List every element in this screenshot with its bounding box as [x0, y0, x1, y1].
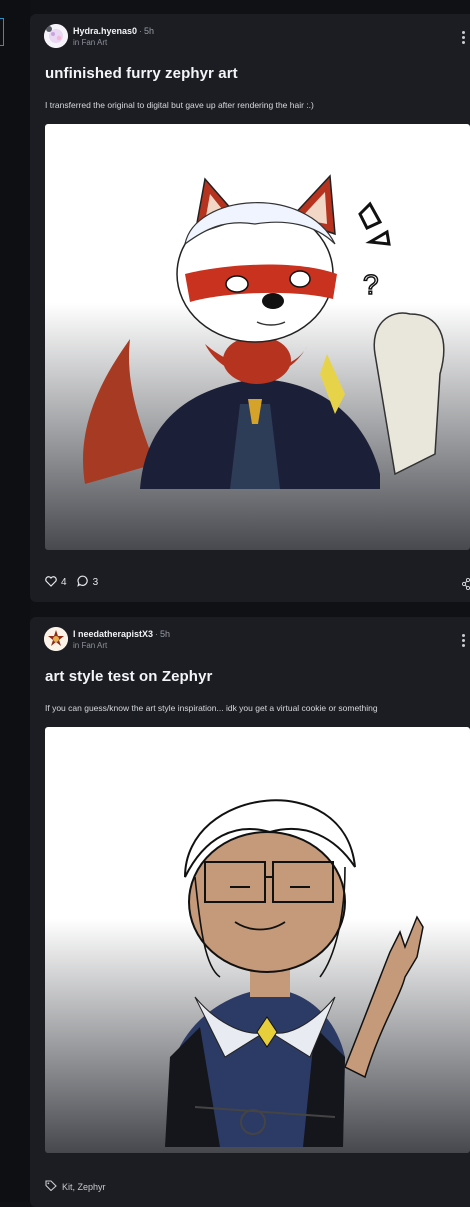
left-sidebar-edge: [0, 0, 30, 1202]
post-title[interactable]: art style test on Zephyr: [45, 668, 212, 685]
post-card[interactable]: I needatherapistX3 · 5h in Fan Art art sty…: [30, 617, 470, 1207]
post-time: 5h: [144, 26, 155, 36]
tag-icon: [45, 1180, 57, 1193]
author-name[interactable]: I needatherapistX3: [73, 629, 153, 639]
author-name[interactable]: Hydra.hyenas0: [73, 26, 137, 36]
post-tags[interactable]: Kit, Zephyr: [45, 1180, 106, 1193]
comment-button[interactable]: 3: [76, 575, 99, 590]
comment-icon: [76, 575, 89, 590]
post-actions: 4 3: [45, 575, 98, 590]
tag-list: Kit, Zephyr: [62, 1181, 106, 1192]
author-line: Hydra.hyenas0 · 5h: [73, 26, 155, 36]
like-count: 4: [61, 577, 67, 588]
post-image[interactable]: ?: [45, 124, 470, 550]
post-time: 5h: [160, 629, 171, 639]
community-label[interactable]: in Fan Art: [73, 641, 107, 650]
post-body: I transferred the original to digital bu…: [45, 100, 314, 110]
more-options-icon[interactable]: [462, 31, 466, 46]
author-avatar[interactable]: [44, 627, 68, 651]
heart-icon: [45, 575, 57, 590]
svg-text:?: ?: [363, 269, 379, 300]
like-button[interactable]: 4: [45, 575, 67, 590]
more-options-icon[interactable]: [462, 634, 466, 649]
comment-count: 3: [92, 577, 99, 588]
post-body: If you can guess/know the art style insp…: [45, 703, 378, 713]
post-card[interactable]: Hydra.hyenas0 · 5h in Fan Art unfinished f…: [30, 14, 470, 602]
share-icon[interactable]: [461, 577, 470, 591]
post-image[interactable]: [45, 727, 470, 1153]
post-title[interactable]: unfinished furry zephyr art: [45, 65, 238, 82]
community-label[interactable]: in Fan Art: [73, 38, 107, 47]
author-avatar[interactable]: [44, 24, 68, 48]
sidebar-active-indicator[interactable]: [0, 18, 4, 46]
author-line: I needatherapistX3 · 5h: [73, 629, 171, 639]
